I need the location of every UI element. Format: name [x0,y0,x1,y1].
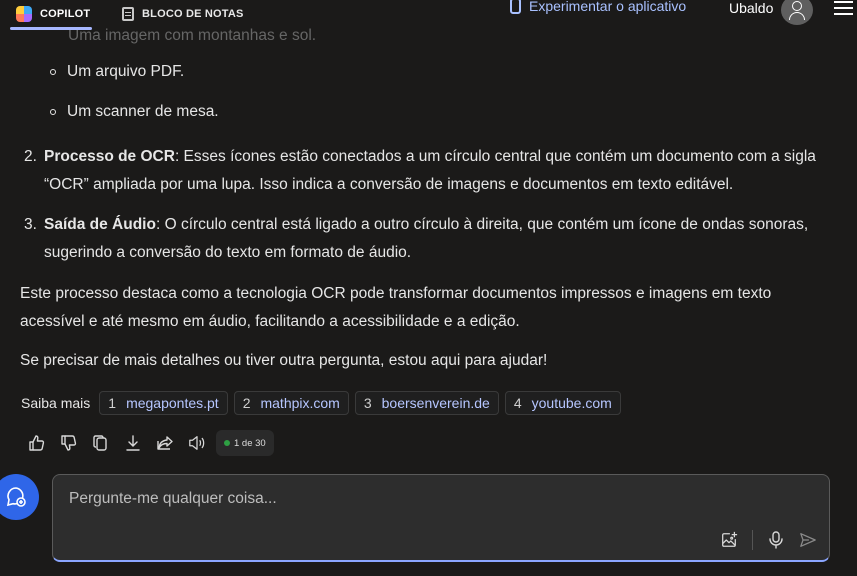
source-chip[interactable]: 2 mathpix.com [233,391,349,415]
numbered-item: 3. Saída de Áudio: O círculo central est… [24,211,824,267]
chat-input[interactable] [67,485,811,513]
bullet-icon [50,109,56,115]
list-item-text: Um scanner de mesa. [67,103,219,120]
source-chip[interactable]: 3 boersenverein.de [354,391,499,415]
phone-icon [510,0,521,14]
notebook-icon [122,7,134,21]
thumbs-down-icon[interactable] [60,434,78,452]
list-item: Um arquivo PDF. [50,63,184,81]
hamburger-menu-icon[interactable] [834,1,853,19]
source-link: megapontes.pt [126,395,219,411]
source-link: mathpix.com [260,395,340,411]
numbered-item: 2. Processo de OCR: Esses ícones estão c… [24,143,824,199]
composer-tools [720,530,817,550]
learn-more: Saiba mais 1 megapontes.pt 2 mathpix.com… [21,391,621,415]
divider [752,530,753,550]
new-topic-button[interactable] [0,474,39,520]
person-icon [792,1,802,11]
copilot-logo-icon [16,6,32,22]
share-icon[interactable] [156,434,174,452]
tab-copilot[interactable]: COPILOT [16,0,90,28]
tab-notebook[interactable]: BLOCO DE NOTAS [122,0,244,28]
new-chat-icon [6,487,26,507]
source-number: 3 [363,395,372,411]
source-link: youtube.com [531,395,612,411]
add-image-icon[interactable] [720,531,738,549]
copy-icon[interactable] [92,434,110,452]
item-text: : O círculo central está ligado a outro … [44,216,809,261]
microphone-icon[interactable] [767,531,785,549]
send-icon[interactable] [799,531,817,549]
paragraph: Este processo destaca como a tecnologia … [20,285,772,330]
try-app-link[interactable]: Experimentar o aplicativo [510,0,686,14]
chat-composer [52,474,830,562]
source-number: 2 [242,395,251,411]
list-item: Um scanner de mesa. [50,103,219,121]
tab-copilot-label: COPILOT [40,8,91,20]
source-chip[interactable]: 4 youtube.com [504,391,621,415]
source-number: 4 [513,395,522,411]
tab-notebook-label: BLOCO DE NOTAS [142,8,244,20]
item-title: Saída de Áudio [44,216,156,233]
list-item-text: Um arquivo PDF. [67,63,185,80]
person-icon-body [789,12,805,20]
download-icon[interactable] [124,434,142,452]
item-number: 3. [24,216,37,233]
source-link: boersenverein.de [381,395,490,411]
top-bar: COPILOT BLOCO DE NOTAS Experimentar o ap… [0,0,857,30]
source-number: 1 [108,395,117,411]
status-dot-icon [224,440,230,446]
thumbs-up-icon[interactable] [28,434,46,452]
paragraph: Se precisar de mais detalhes ou tiver ou… [20,352,548,369]
item-number: 2. [24,148,37,165]
avatar[interactable] [781,0,813,25]
read-aloud-icon[interactable] [188,434,206,452]
response-counter-text: 1 de 30 [234,437,266,449]
learn-more-label: Saiba mais [21,395,91,411]
user-name: Ubaldo [729,0,774,16]
response-counter: 1 de 30 [216,430,274,456]
item-title: Processo de OCR [44,148,175,165]
active-tab-indicator [10,27,92,30]
bullet-icon [50,69,56,75]
try-app-label: Experimentar o aplicativo [529,0,687,14]
message-actions: 1 de 30 [28,430,274,456]
source-chip[interactable]: 1 megapontes.pt [99,391,228,415]
